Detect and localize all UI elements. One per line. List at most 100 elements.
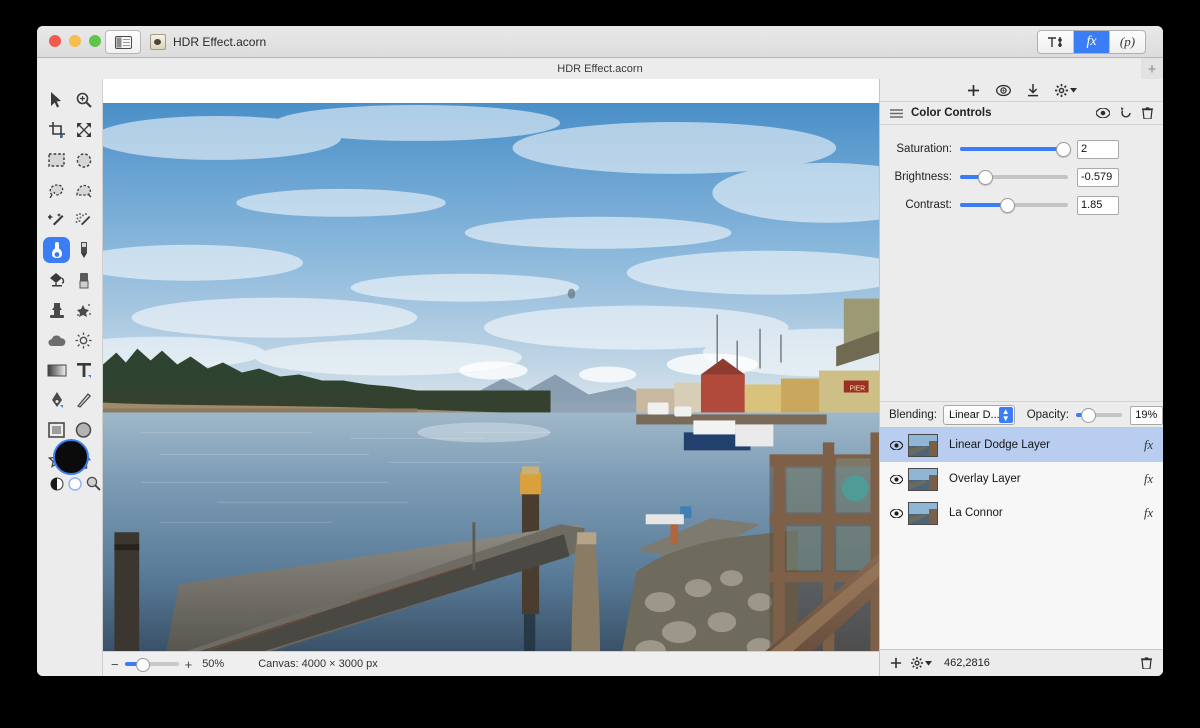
- close-button[interactable]: [49, 35, 61, 47]
- instant-alpha-icon: [75, 212, 91, 225]
- eraser-tool[interactable]: [70, 265, 97, 295]
- tools-inspector-tab[interactable]: [1038, 31, 1074, 53]
- ellipse-select-tool[interactable]: [70, 145, 97, 175]
- filter-reset-icon[interactable]: [1120, 107, 1132, 119]
- swap-colors-icon[interactable]: [50, 477, 64, 491]
- blur-cloud-icon: [47, 335, 65, 346]
- opacity-field[interactable]: 19%: [1129, 405, 1163, 425]
- smudge-tool[interactable]: [70, 295, 97, 325]
- saturation-slider-knob[interactable]: [1056, 142, 1071, 157]
- layer-fx-badge[interactable]: fx: [1144, 472, 1153, 487]
- filter-delete-icon[interactable]: [1142, 107, 1153, 119]
- ellipse-select-icon: [76, 152, 91, 168]
- layer-fx-badge[interactable]: fx: [1144, 438, 1153, 453]
- active-tab-title[interactable]: HDR Effect.acorn: [37, 58, 1163, 80]
- layer-row-la-connor[interactable]: La Connor fx: [880, 496, 1163, 530]
- saturation-slider[interactable]: [960, 142, 1071, 157]
- filter-visibility-icon[interactable]: [1096, 108, 1110, 118]
- dodge-tool[interactable]: [70, 325, 97, 355]
- minimize-button[interactable]: [69, 35, 81, 47]
- saturation-field[interactable]: 2: [1077, 139, 1119, 159]
- contrast-slider-knob[interactable]: [1000, 198, 1015, 213]
- pen-tool[interactable]: [43, 385, 70, 415]
- background-color-icon[interactable]: [68, 476, 82, 491]
- layer-row-overlay[interactable]: Overlay Layer fx: [880, 462, 1163, 496]
- contrast-slider[interactable]: [960, 198, 1068, 213]
- line-icon: [76, 393, 91, 408]
- crop-tool[interactable]: [43, 115, 70, 145]
- layer-thumbnail: [908, 501, 938, 525]
- layer-thumbnail-image: [909, 434, 937, 456]
- app-window: HDR Effect.acorn fx (p) HDR Effect.acorn…: [37, 26, 1163, 676]
- foreground-color-well[interactable]: [53, 439, 89, 475]
- opacity-slider-knob[interactable]: [1080, 408, 1096, 423]
- document-title: HDR Effect.acorn: [150, 26, 266, 57]
- opacity-slider[interactable]: [1075, 408, 1122, 423]
- ellipse-icon: [75, 422, 92, 438]
- zoom-out-button[interactable]: −: [111, 657, 119, 672]
- line-tool[interactable]: [70, 385, 97, 415]
- add-layer-icon[interactable]: [890, 657, 902, 669]
- blending-stepper-icon[interactable]: ▲ ▼: [998, 407, 1013, 423]
- delete-layer-icon[interactable]: [1141, 657, 1152, 669]
- zoom-tool[interactable]: [70, 85, 97, 115]
- blending-label: Blending:: [889, 409, 937, 421]
- rect-select-tool[interactable]: [43, 145, 70, 175]
- canvas-area: PIER − + 50% Canvas: 4000 × 3000 px: [102, 79, 880, 676]
- contrast-field[interactable]: 1.85: [1077, 195, 1119, 215]
- layer-visibility-icon[interactable]: [888, 440, 904, 450]
- opacity-label: Opacity:: [1026, 409, 1069, 421]
- gradient-tool[interactable]: [43, 355, 70, 385]
- fx-inspector-tab[interactable]: fx: [1074, 31, 1110, 53]
- add-filter-icon[interactable]: [967, 84, 980, 97]
- clone-stamp-tool[interactable]: [43, 295, 70, 325]
- layer-name: Overlay Layer: [949, 473, 1021, 485]
- blending-mode-select[interactable]: Linear D... ▲ ▼: [942, 405, 1015, 425]
- instant-alpha-tool[interactable]: [70, 205, 97, 235]
- filter-drag-handle[interactable]: [890, 108, 903, 118]
- blur-tool[interactable]: [43, 325, 70, 355]
- layer-visibility-icon[interactable]: [888, 474, 904, 484]
- preview-filter-icon[interactable]: [995, 84, 1011, 97]
- download-filter-icon[interactable]: [1027, 83, 1039, 97]
- layer-thumbnail: [908, 433, 938, 457]
- lasso-tool[interactable]: [43, 175, 70, 205]
- canvas-image[interactable]: PIER: [103, 103, 880, 676]
- filter-toolbar: [880, 79, 1163, 101]
- polygon-lasso-tool[interactable]: [70, 175, 97, 205]
- pencil-tool[interactable]: [70, 235, 97, 265]
- zoom-slider[interactable]: [124, 658, 179, 672]
- gradient-icon: [47, 364, 66, 376]
- new-tab-button[interactable]: +: [1141, 58, 1163, 80]
- brightness-slider[interactable]: [960, 170, 1068, 185]
- clone-stamp-icon: [49, 302, 64, 318]
- brightness-slider-knob[interactable]: [978, 170, 993, 185]
- sidebar-toggle-button[interactable]: [105, 30, 141, 54]
- magic-wand-tool[interactable]: [43, 205, 70, 235]
- svg-text:PIER: PIER: [850, 385, 866, 392]
- palette-inspector-tab[interactable]: (p): [1110, 31, 1145, 53]
- sidebar-icon: [114, 35, 132, 49]
- photo-illustration: PIER: [103, 103, 880, 676]
- layer-row-linear-dodge[interactable]: Linear Dodge Layer fx: [880, 428, 1163, 462]
- text-tool[interactable]: [70, 355, 97, 385]
- layer-settings-button[interactable]: [911, 657, 932, 669]
- transform-tool[interactable]: [70, 115, 97, 145]
- move-tool[interactable]: [43, 85, 70, 115]
- rectangle-icon: [48, 422, 65, 438]
- saturation-label: Saturation:: [896, 143, 952, 155]
- brightness-field[interactable]: -0.579: [1077, 167, 1119, 187]
- paint-brush-tool[interactable]: [43, 237, 70, 263]
- color-picker-icon[interactable]: [86, 476, 101, 491]
- zoom-in-button[interactable]: +: [185, 657, 193, 672]
- contrast-row: Contrast: 1.85: [880, 191, 1151, 219]
- filter-settings-button[interactable]: [1054, 83, 1077, 97]
- paint-bucket-tool[interactable]: [43, 265, 70, 295]
- layer-fx-badge[interactable]: fx: [1144, 506, 1153, 521]
- zoom-slider-knob[interactable]: [135, 658, 150, 672]
- filter-header: Color Controls: [880, 101, 1163, 125]
- zoom-button[interactable]: [89, 35, 101, 47]
- zoom-control[interactable]: − + 50%: [111, 657, 224, 672]
- smudge-icon: [77, 303, 91, 317]
- layer-visibility-icon[interactable]: [888, 508, 904, 518]
